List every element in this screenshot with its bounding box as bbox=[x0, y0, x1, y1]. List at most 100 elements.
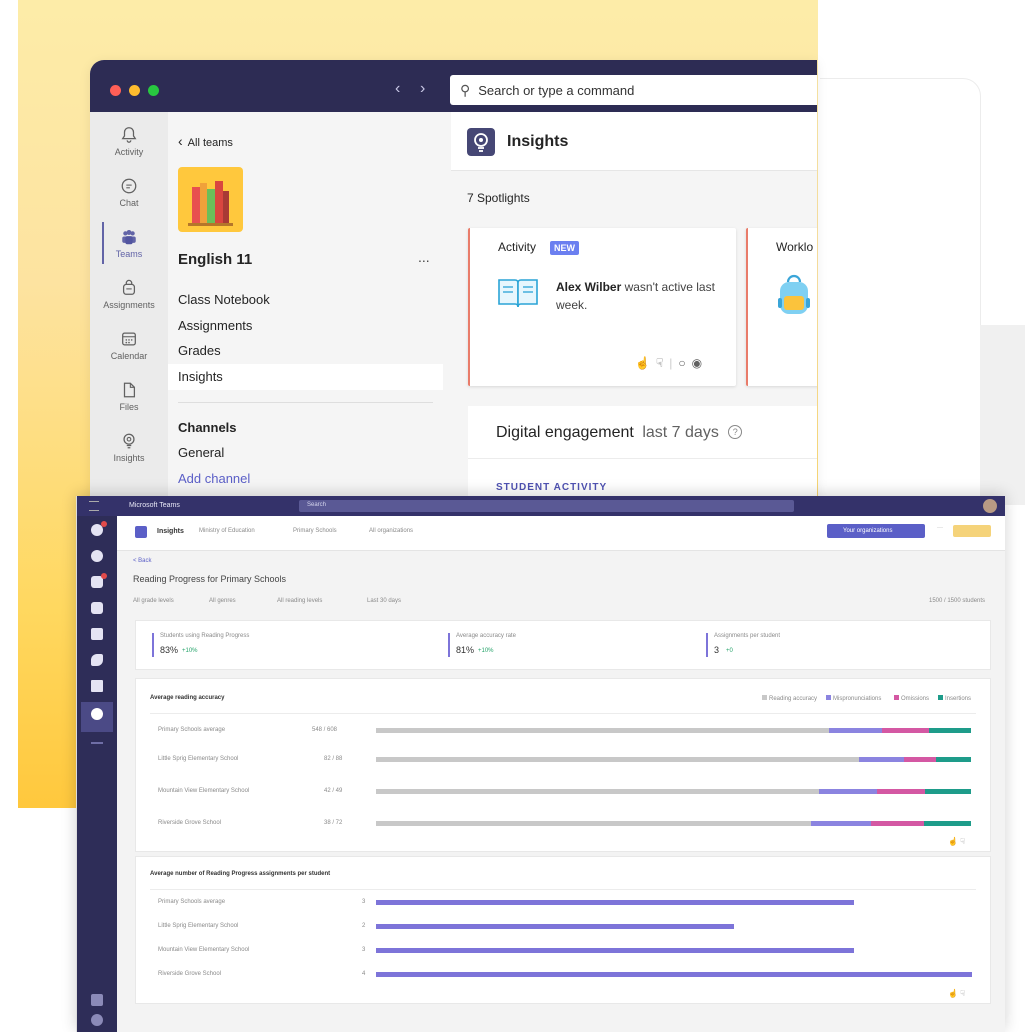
more-apps-icon[interactable] bbox=[91, 742, 103, 744]
legend-label: Mispronunciations bbox=[833, 696, 882, 702]
file-icon[interactable] bbox=[91, 680, 103, 692]
grid-icon[interactable] bbox=[89, 501, 99, 511]
nav-grades[interactable]: Grades bbox=[178, 343, 221, 358]
rail-item-teams[interactable]: Teams bbox=[90, 228, 168, 259]
team-pane: ‹ All teams English 11 ... Class Notebook… bbox=[168, 112, 451, 500]
lightbulb-icon[interactable] bbox=[91, 708, 103, 720]
legend-label: Insertions bbox=[945, 696, 972, 702]
rail-label: Assignments bbox=[103, 300, 155, 310]
spotlight-text: Alex Wilber wasn't active last week. bbox=[556, 278, 726, 314]
feedback-icons[interactable]: ☝ ☟ bbox=[948, 989, 965, 998]
kpi-label: Students using Reading Progress bbox=[160, 633, 250, 639]
breadcrumb-insights[interactable]: Insights bbox=[157, 528, 184, 535]
rail-item-calendar[interactable]: Calendar bbox=[90, 330, 168, 361]
lightbulb-icon bbox=[123, 433, 135, 449]
thumbs-up-icon[interactable]: ☝ bbox=[635, 356, 656, 370]
channel-general[interactable]: General bbox=[178, 445, 224, 460]
thumbs-down-icon[interactable]: ☟ bbox=[656, 356, 669, 370]
maximize-dot[interactable] bbox=[148, 85, 159, 96]
teams-window: ‹ › ⚲ Search or type a command Activity … bbox=[90, 60, 817, 500]
avatar[interactable] bbox=[983, 499, 997, 513]
forward-arrow-icon[interactable]: › bbox=[420, 80, 425, 98]
rail-item-assignments[interactable]: Assignments bbox=[90, 279, 168, 310]
rail-label: Insights bbox=[113, 453, 145, 463]
filter-reading-level[interactable]: All reading levels bbox=[277, 598, 322, 604]
chat-icon[interactable] bbox=[91, 550, 103, 562]
comment-icon[interactable]: ○ bbox=[678, 356, 691, 370]
panel-title: Average number of Reading Progress assig… bbox=[150, 871, 331, 877]
legend-label: Omissions bbox=[901, 696, 930, 702]
kpi-value: 81% bbox=[456, 645, 475, 655]
breadcrumb-ministry[interactable]: Ministry of Education bbox=[199, 528, 255, 534]
engagement-title: Digital engagement last 7 days ? bbox=[496, 424, 743, 442]
student-count: 1500 / 1500 students bbox=[929, 598, 986, 604]
kpi-value: 83% bbox=[160, 645, 179, 655]
rail-label: Activity bbox=[114, 147, 144, 157]
apps-icon[interactable] bbox=[91, 994, 103, 1006]
minimize-dot[interactable] bbox=[129, 85, 140, 96]
breadcrumb-primary[interactable]: Primary Schools bbox=[293, 528, 337, 534]
rail-item-files[interactable]: Files bbox=[90, 381, 168, 412]
nav-class-notebook[interactable]: Class Notebook bbox=[178, 292, 270, 307]
row-label: Primary Schools average bbox=[158, 727, 226, 733]
new-badge: NEW bbox=[550, 241, 579, 255]
more-options-icon[interactable]: ··· bbox=[937, 525, 943, 531]
backdrop-card bbox=[820, 78, 981, 500]
nav-assignments[interactable]: Assignments bbox=[178, 318, 252, 333]
row-value: 3 bbox=[362, 947, 366, 953]
row-value: 42 / 49 bbox=[324, 788, 343, 794]
search-box[interactable]: Search bbox=[299, 500, 794, 512]
add-channel-link[interactable]: Add channel bbox=[178, 471, 250, 486]
spotlight-card-activity[interactable]: Activity NEW Alex Wilber wasn't active l… bbox=[468, 228, 736, 386]
nav-insights[interactable]: Insights bbox=[178, 369, 223, 384]
row-value: 4 bbox=[362, 971, 366, 977]
more-options-icon[interactable]: ... bbox=[418, 249, 430, 265]
accuracy-bar bbox=[376, 728, 971, 733]
channels-heading: Channels bbox=[178, 420, 237, 435]
kpi-panel: Students using Reading Progress 83% +10%… bbox=[135, 620, 991, 670]
help-icon[interactable] bbox=[91, 1014, 103, 1026]
backpack-icon bbox=[122, 279, 136, 295]
reading-progress-window: Microsoft Teams Search Insights Ministry… bbox=[76, 496, 1005, 1032]
rail-item-chat[interactable]: Chat bbox=[90, 177, 168, 208]
rail-item-activity[interactable]: Activity bbox=[90, 126, 168, 157]
filter-grade[interactable]: All grade levels bbox=[133, 598, 174, 604]
assignments-bar bbox=[376, 972, 972, 977]
assignments-bar bbox=[376, 900, 854, 905]
app-rail bbox=[77, 516, 117, 1032]
rail-item-insights[interactable]: Insights bbox=[90, 432, 168, 463]
accuracy-bar bbox=[376, 821, 971, 826]
backpack-icon[interactable] bbox=[91, 602, 103, 614]
team-name: English 11 bbox=[178, 251, 253, 268]
share-icon[interactable]: ◉ bbox=[692, 356, 708, 370]
org-button[interactable]: Your organizations bbox=[827, 524, 925, 538]
spotlight-card-workload[interactable]: Worklo bbox=[746, 228, 817, 386]
accuracy-bar bbox=[376, 789, 971, 794]
row-value: 548 / 608 bbox=[312, 727, 338, 733]
row-value: 2 bbox=[362, 923, 366, 929]
phone-icon[interactable] bbox=[91, 654, 103, 666]
back-link[interactable]: < Back bbox=[133, 558, 152, 564]
help-icon[interactable]: ? bbox=[728, 425, 743, 439]
feedback-icons[interactable]: ☝ ☟ bbox=[948, 837, 965, 846]
back-arrow-icon[interactable]: ‹ bbox=[395, 80, 400, 98]
filter-genre[interactable]: All genres bbox=[209, 598, 236, 604]
calendar-icon bbox=[122, 332, 136, 346]
calendar-icon[interactable] bbox=[91, 628, 103, 640]
notification-dot bbox=[101, 573, 107, 579]
close-dot[interactable] bbox=[110, 85, 121, 96]
search-box[interactable]: ⚲ Search or type a command bbox=[450, 75, 817, 105]
legend-reading-accuracy: Reading accuracy bbox=[762, 695, 817, 702]
student-name[interactable]: Alex Wilber bbox=[556, 280, 621, 294]
kpi-marker bbox=[152, 633, 154, 657]
rail-label: Teams bbox=[115, 249, 143, 259]
assignments-panel: Average number of Reading Progress assig… bbox=[135, 856, 991, 1004]
all-teams-link[interactable]: ‹ All teams bbox=[178, 133, 233, 149]
books-icon bbox=[188, 181, 233, 226]
filter-date[interactable]: Last 30 days bbox=[367, 598, 401, 604]
card-actions: ☝☟|○◉ bbox=[635, 356, 709, 370]
breadcrumb-all-orgs[interactable]: All organizations bbox=[369, 528, 413, 534]
app-title: Microsoft Teams bbox=[129, 502, 180, 509]
page-title: Insights bbox=[507, 133, 569, 150]
assignments-bar bbox=[376, 948, 854, 953]
